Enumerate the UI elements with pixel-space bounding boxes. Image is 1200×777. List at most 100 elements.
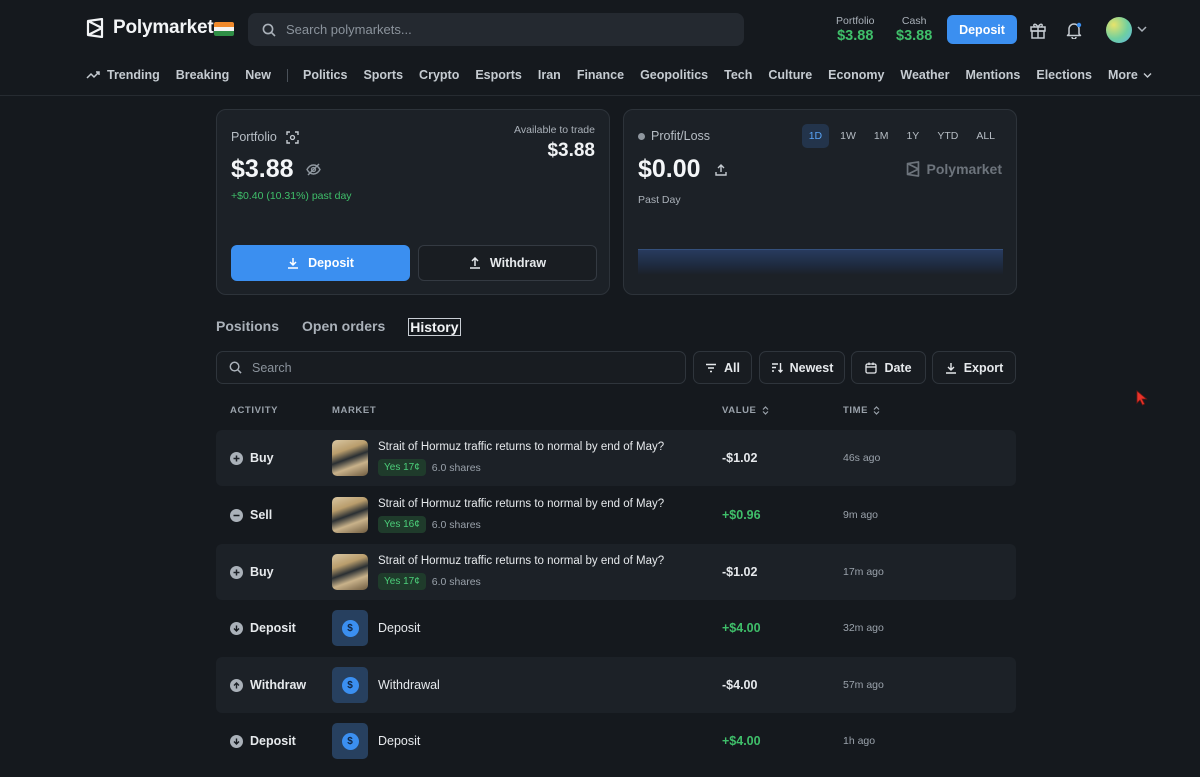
pl-label-row: Profit/Loss [638,129,710,143]
market-title[interactable]: Strait of Hormuz traffic returns to norm… [378,498,664,510]
cash-balance-value: $3.88 [896,28,933,44]
header-activity-label: ACTIVITY [230,405,279,416]
portfolio-label: Portfolio [231,130,277,144]
top-search-input[interactable] [286,22,726,37]
deposit-button[interactable]: Deposit [231,245,410,281]
gift-icon [1030,23,1046,39]
outcome-badge: Yes 17¢ [378,459,426,476]
nav-trending[interactable]: Trending [107,68,160,82]
plus-icon [230,565,243,579]
nav-elections[interactable]: Elections [1036,68,1092,82]
header-value[interactable]: VALUE [722,405,769,416]
market-title[interactable]: Strait of Hormuz traffic returns to norm… [378,555,664,567]
avatar[interactable] [1106,17,1132,43]
header-time[interactable]: TIME [843,405,880,416]
share-icon[interactable] [714,163,727,176]
portfolio-value: $3.88 [231,155,294,183]
table-row[interactable]: Deposit $ Deposit +$4.00 1h ago [216,713,1016,769]
shares-count: 6.0 shares [431,575,481,588]
nav-sports[interactable]: Sports [363,68,403,82]
cash-balance-label: Cash [901,15,927,27]
pl-label: Profit/Loss [651,129,711,143]
nav-finance[interactable]: Finance [577,68,624,82]
gift-button[interactable] [1028,20,1048,40]
activity-type: Withdraw [250,678,307,692]
deposit-button-label: Deposit [308,256,354,270]
value-cell: -$4.00 [722,678,758,692]
nav-esports[interactable]: Esports [475,68,522,82]
nav-iran[interactable]: Iran [538,68,561,82]
table-row[interactable]: Deposit $ Deposit +$4.00 32m ago [216,600,1016,656]
date-filter-button[interactable]: Date [851,351,926,384]
arrow-up-icon [230,678,243,692]
nav-economy[interactable]: Economy [828,68,884,82]
range-1w[interactable]: 1W [833,124,863,148]
nav-politics[interactable]: Politics [303,68,347,82]
time-cell: 57m ago [843,679,884,691]
range-1y[interactable]: 1Y [899,124,926,148]
export-label: Export [963,360,1004,375]
scan-icon[interactable] [286,130,299,144]
header-market-label: MARKET [332,405,377,416]
usdc-thumbnail: $ [332,667,368,703]
top-search-bar[interactable] [248,13,744,46]
nav-geopolitics[interactable]: Geopolitics [640,68,708,82]
withdraw-button[interactable]: Withdraw [418,245,597,281]
portfolio-change: +$0.40 (10.31%) past day [231,190,352,202]
nav-more[interactable]: More [1108,68,1152,82]
tab-open-orders[interactable]: Open orders [302,318,385,336]
nav-divider [286,68,288,82]
table-row[interactable]: Buy Strait of Hormuz traffic returns to … [216,430,1016,486]
table-row[interactable]: Withdraw $ Withdrawal -$4.00 57m ago [216,657,1016,713]
nav-culture[interactable]: Culture [768,68,812,82]
arrow-down-icon [230,734,243,748]
table-row[interactable]: Sell Strait of Hormuz traffic returns to… [216,487,1016,543]
value-cell: +$0.96 [722,508,761,522]
tab-history[interactable]: History [408,318,461,336]
calendar-icon [865,362,878,374]
history-search-bar[interactable] [216,351,686,384]
range-1d[interactable]: 1D [801,124,830,148]
activity-cell: Deposit [230,713,296,769]
nav-mentions[interactable]: Mentions [966,68,1021,82]
logo[interactable]: Polymarket [86,17,214,39]
market-thumbnail[interactable] [332,554,368,590]
value-cell: -$1.02 [722,565,758,579]
pl-period: Past Day [638,194,681,206]
cash-balance[interactable]: Cash $3.88 [896,15,932,44]
portfolio-balance[interactable]: Portfolio $3.88 [836,15,875,44]
range-ytd[interactable]: YTD [930,124,965,148]
table-row[interactable]: Buy Strait of Hormuz traffic returns to … [216,544,1016,600]
nav-new[interactable]: New [245,68,271,82]
range-1m[interactable]: 1M [867,124,896,148]
nav-weather[interactable]: Weather [900,68,949,82]
nav-tech[interactable]: Tech [724,68,752,82]
chevron-down-icon [1143,72,1152,78]
notifications-button[interactable] [1064,20,1084,40]
export-button[interactable]: Export [932,351,1016,384]
range-all[interactable]: ALL [969,124,1002,148]
arrow-down-icon [230,621,243,635]
nav-breaking[interactable]: Breaking [176,68,230,82]
filter-all-button[interactable]: All [693,351,752,384]
market-thumbnail[interactable] [332,497,368,533]
market-title[interactable]: Strait of Hormuz traffic returns to norm… [378,441,664,453]
india-flag-icon[interactable] [214,22,234,36]
market-thumbnail[interactable] [332,440,368,476]
tab-positions[interactable]: Positions [216,318,279,336]
eye-off-icon[interactable] [305,163,321,176]
sort-button[interactable]: Newest [759,351,845,384]
nav-more-label: More [1107,68,1138,82]
history-search-input[interactable] [252,360,672,375]
header-deposit-button[interactable]: Deposit [947,15,1017,44]
nav-crypto[interactable]: Crypto [419,68,459,82]
outcome-badge: Yes 16¢ [378,516,426,533]
header-market: MARKET [332,405,376,416]
search-icon [229,361,242,374]
time-cell: 9m ago [843,509,879,521]
search-icon [262,23,276,37]
chevron-down-icon[interactable] [1137,25,1147,33]
dollar-coin-icon: $ [341,619,359,637]
sort-arrows-icon [762,406,768,415]
minus-icon [230,508,243,522]
